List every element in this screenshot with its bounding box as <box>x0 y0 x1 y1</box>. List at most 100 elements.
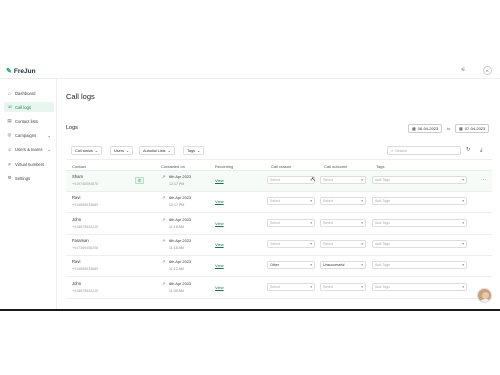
chevron-down-icon: ▾ <box>361 241 363 246</box>
filter-tags[interactable]: Tags ⌄ <box>183 146 205 155</box>
contact-name[interactable]: Faraman <box>72 238 89 243</box>
tags-select[interactable]: Add Tags ▾ <box>372 197 467 206</box>
recording-view-link[interactable]: View <box>215 199 224 204</box>
table-row[interactable]: Ravi +919896533689 ↗ 6th Apr 2023 12:17 PM Vi… <box>66 192 492 214</box>
call-reason-select[interactable]: Select ▾ <box>267 218 315 227</box>
contacted-time: 11:12 AM <box>169 267 184 272</box>
end-date-picker[interactable]: ▦ 07-04-2023 <box>455 124 490 133</box>
sidebar-item-settings[interactable]: ⚙ Settings <box>4 173 54 183</box>
contacted-time: 11:16 AM <box>169 245 184 250</box>
select-value: Select <box>270 284 280 289</box>
sidebar-item-campaigns[interactable]: ◎ Campaigns ⌄ <box>4 130 54 140</box>
table-header: Contact Contacted on Recording Call reas… <box>66 159 492 171</box>
sidebar-item-contact-lists[interactable]: ▤ Contact lists <box>4 116 54 126</box>
user-avatar[interactable]: K <box>483 66 492 75</box>
sidebar-item-dashboard[interactable]: ⌂ Dashboard <box>4 88 54 98</box>
sidebar-item-users-teams[interactable]: ☺ Users & teams ⌄ <box>4 144 54 154</box>
table-row[interactable]: Sham +919748094875 ✆ ↗ 6th Apr 2023 12:17 PM V… <box>66 171 492 192</box>
select-value: Other <box>270 263 279 268</box>
search-input[interactable]: ⌕ Search <box>387 146 461 155</box>
contact-phone: +917349456208 <box>72 245 99 250</box>
tags-select[interactable]: Add Tags ▾ <box>372 176 467 184</box>
sidebar-item-label: Call logs <box>15 104 32 110</box>
select-value: Select <box>323 178 333 182</box>
more-options-icon[interactable]: ⋯ <box>481 177 486 183</box>
tags-placeholder: Add Tags <box>375 178 390 182</box>
outgoing-call-icon: ↗ <box>162 216 166 222</box>
recording-view-link[interactable]: View <box>215 263 224 268</box>
select-value: Select <box>270 220 280 225</box>
support-chat-avatar[interactable] <box>477 288 492 303</box>
contact-name[interactable]: Ravi <box>72 259 80 264</box>
tags-select[interactable]: Add Tags ▾ <box>372 282 467 291</box>
nav-icon: ⌂ <box>8 90 11 96</box>
call-reason-select[interactable]: Select ▾ <box>267 176 315 184</box>
tags-placeholder: Add Tags <box>375 263 390 268</box>
chevron-down-icon: ⌄ <box>167 149 171 153</box>
start-date-value: 06-04-2023 <box>417 126 439 131</box>
nav-icon: # <box>8 161 11 167</box>
call-outcome-select[interactable]: Select ▾ <box>320 282 366 291</box>
nav-icon: ☏ <box>7 104 13 109</box>
table-row[interactable]: John +918879543210 ↗ 6th Apr 2023 11:16 AM Vi… <box>66 214 492 235</box>
start-date-picker[interactable]: ▦ 06-04-2023 <box>408 124 443 133</box>
select-value: Unsuccessful <box>323 263 345 268</box>
avatar-initial: K <box>486 68 489 73</box>
call-reason-select[interactable]: Select ▾ <box>267 282 315 291</box>
tags-select[interactable]: Add Tags ▾ <box>372 239 467 248</box>
download-icon[interactable]: ⤓ <box>480 147 482 154</box>
recording-view-link[interactable]: View <box>215 242 224 247</box>
filter-settings-icon[interactable]: ⚟ <box>461 67 465 73</box>
contact-phone: +919896533689 <box>72 267 99 272</box>
contacted-time: 11:09 AM <box>169 288 184 293</box>
contacted-date: 6th Apr 2023 <box>169 280 192 286</box>
call-outcome-select[interactable]: Select ▾ <box>320 239 366 248</box>
sidebar-item-virtual-numbers[interactable]: # Virtual numbers <box>4 159 54 169</box>
call-outcome-select[interactable]: Select ▾ <box>320 197 366 206</box>
recording-view-link[interactable]: View <box>215 178 224 183</box>
contact-name[interactable]: Ravi <box>72 195 80 200</box>
refresh-icon[interactable]: ↻ <box>466 147 471 153</box>
logo[interactable]: ✎ FreJun <box>6 67 36 76</box>
chevron-down-icon: ▾ <box>361 199 363 204</box>
sidebar-item-label: Settings <box>15 175 31 181</box>
chevron-down-icon: ▾ <box>361 263 363 268</box>
call-icon[interactable]: ✆ <box>135 177 144 184</box>
tags-select[interactable]: Add Tags ▾ <box>372 218 467 227</box>
sidebar-item-call-logs[interactable]: ☏ Call logs <box>4 102 54 112</box>
sidebar-item-label: Users & teams <box>15 146 43 152</box>
tags-select[interactable]: Add Tags ▾ <box>372 261 467 270</box>
table-row[interactable]: Ravi +919896533689 ↗ 6th Apr 2023 11:12 AM Vi… <box>66 256 492 278</box>
header-tags: Tags <box>376 164 385 169</box>
table-row[interactable]: Faraman +917349456208 ↗ 6th Apr 2023 11:16 A… <box>66 235 492 256</box>
filter-autodial-lists[interactable]: Autodial Lists ⌄ <box>139 146 175 155</box>
sidebar-item-label: Virtual numbers <box>15 161 45 167</box>
app-screen: ✎ FreJun ⚟ K ⌂ Dashboard ☏ Call logs ▤ Contac… <box>0 62 500 310</box>
recording-view-link[interactable]: View <box>215 285 224 290</box>
table-row[interactable]: John +918879543210 ↗ 6th Apr 2023 11:09 AM Vi… <box>66 278 492 299</box>
section-title: Logs <box>66 125 78 131</box>
call-outcome-select[interactable]: Unsuccessful ▾ <box>320 261 366 270</box>
search-icon: ⌕ <box>391 148 394 153</box>
select-value: Select <box>323 199 333 204</box>
tags-placeholder: Add Tags <box>375 284 390 289</box>
filter-call-status[interactable]: Call status ⌄ <box>71 146 102 155</box>
select-value: Select <box>323 241 333 246</box>
contact-name[interactable]: John <box>72 281 81 286</box>
select-value: Select <box>270 178 280 182</box>
header-call-outcome: Call outcome <box>324 164 348 169</box>
call-outcome-select[interactable]: Select ▾ <box>320 218 366 227</box>
recording-view-link[interactable]: View <box>215 221 224 226</box>
contact-name[interactable]: Sham <box>72 174 83 179</box>
call-outcome-select[interactable]: Select ▾ <box>320 176 366 184</box>
chevron-down-icon: ▾ <box>462 263 464 268</box>
chevron-down-icon: ▾ <box>462 199 464 204</box>
call-reason-select[interactable]: Select ▾ <box>267 239 315 248</box>
filter-users[interactable]: Users ⌄ <box>110 146 134 155</box>
contact-name[interactable]: John <box>72 217 81 222</box>
calendar-icon: ▦ <box>412 126 416 131</box>
contacted-time: 11:16 AM <box>169 224 184 229</box>
call-reason-select[interactable]: Select ▾ <box>267 197 315 206</box>
header-call-reason: Call reason <box>271 164 292 169</box>
call-reason-select[interactable]: Other ▾ <box>267 261 315 270</box>
